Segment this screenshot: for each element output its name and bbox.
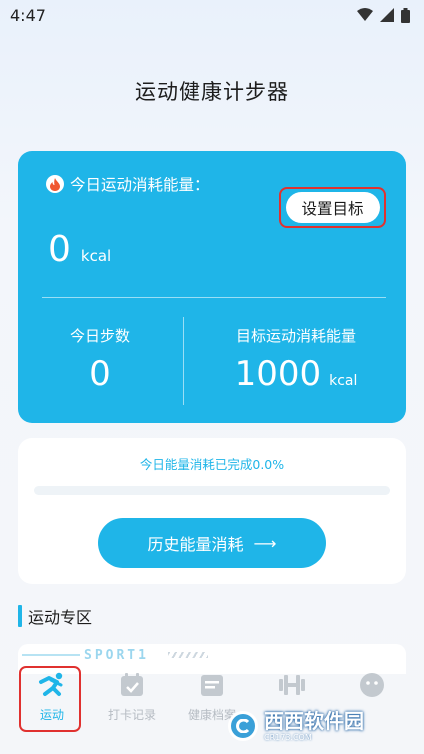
nav-item-sport[interactable]: 运动 [17,658,87,738]
card-divider [42,297,386,298]
steps-value: 0 [89,354,111,394]
page-title: 运动健康计步器 [135,80,289,104]
set-goal-button[interactable]: 设置目标 [285,192,380,223]
energy-card: 今日运动消耗能量： 设置目标 0 kcal 今日步数 0 目标运动消耗能量 10… [18,151,406,423]
arrow-right-icon: ⟶ [253,533,277,553]
energy-heading: 今日运动消耗能量： [46,173,210,195]
watermark: 西西软件园 CR173.COM [228,704,418,748]
today-kcal-unit: kcal [80,247,112,265]
card-vertical-divider [183,317,184,405]
status-bar: 4:47 [0,0,424,30]
signal-icon [380,8,394,22]
nav-active-highlight [19,666,81,732]
target-stat: 目标运动消耗能量 1000 kcal [206,325,386,394]
nav-item-checkin[interactable]: 打卡记录 [97,658,167,738]
section-title: 运动专区 [28,608,93,627]
target-unit: kcal [329,373,358,389]
steps-stat: 今日步数 0 [42,325,158,394]
progress-text: 今日能量消耗已完成0.0% [139,457,285,472]
target-value: 1000 [234,354,322,394]
dumbbell-icon [277,672,307,698]
progress-bar [34,486,390,495]
steps-label: 今日步数 [69,327,130,345]
history-button-label: 历史能量消耗 [147,535,244,554]
watermark-logo-icon [228,711,258,741]
status-time: 4:47 [10,5,46,25]
section-accent-bar [18,605,22,627]
target-label: 目标运动消耗能量 [235,327,356,345]
history-energy-button[interactable]: 历史能量消耗 ⟶ [98,518,326,568]
banner-line [22,654,80,656]
calendar-check-icon [119,672,145,698]
section-header: 运动专区 [18,604,92,628]
progress-card: 今日能量消耗已完成0.0% 历史能量消耗 ⟶ [18,438,406,584]
status-icons [357,7,410,23]
wifi-icon [357,8,373,21]
smiley-icon [359,672,385,698]
set-goal-highlight: 设置目标 [279,187,386,228]
fire-icon [46,175,64,193]
today-kcal: 0 kcal [48,229,111,270]
nav-label-checkin: 打卡记录 [107,708,156,722]
battery-icon [401,7,410,23]
health-file-icon [199,672,225,698]
watermark-site: CR173.COM [264,732,312,742]
energy-heading-text: 今日运动消耗能量： [70,176,210,194]
watermark-brand: 西西软件园 [264,708,364,733]
today-kcal-value: 0 [48,229,71,270]
